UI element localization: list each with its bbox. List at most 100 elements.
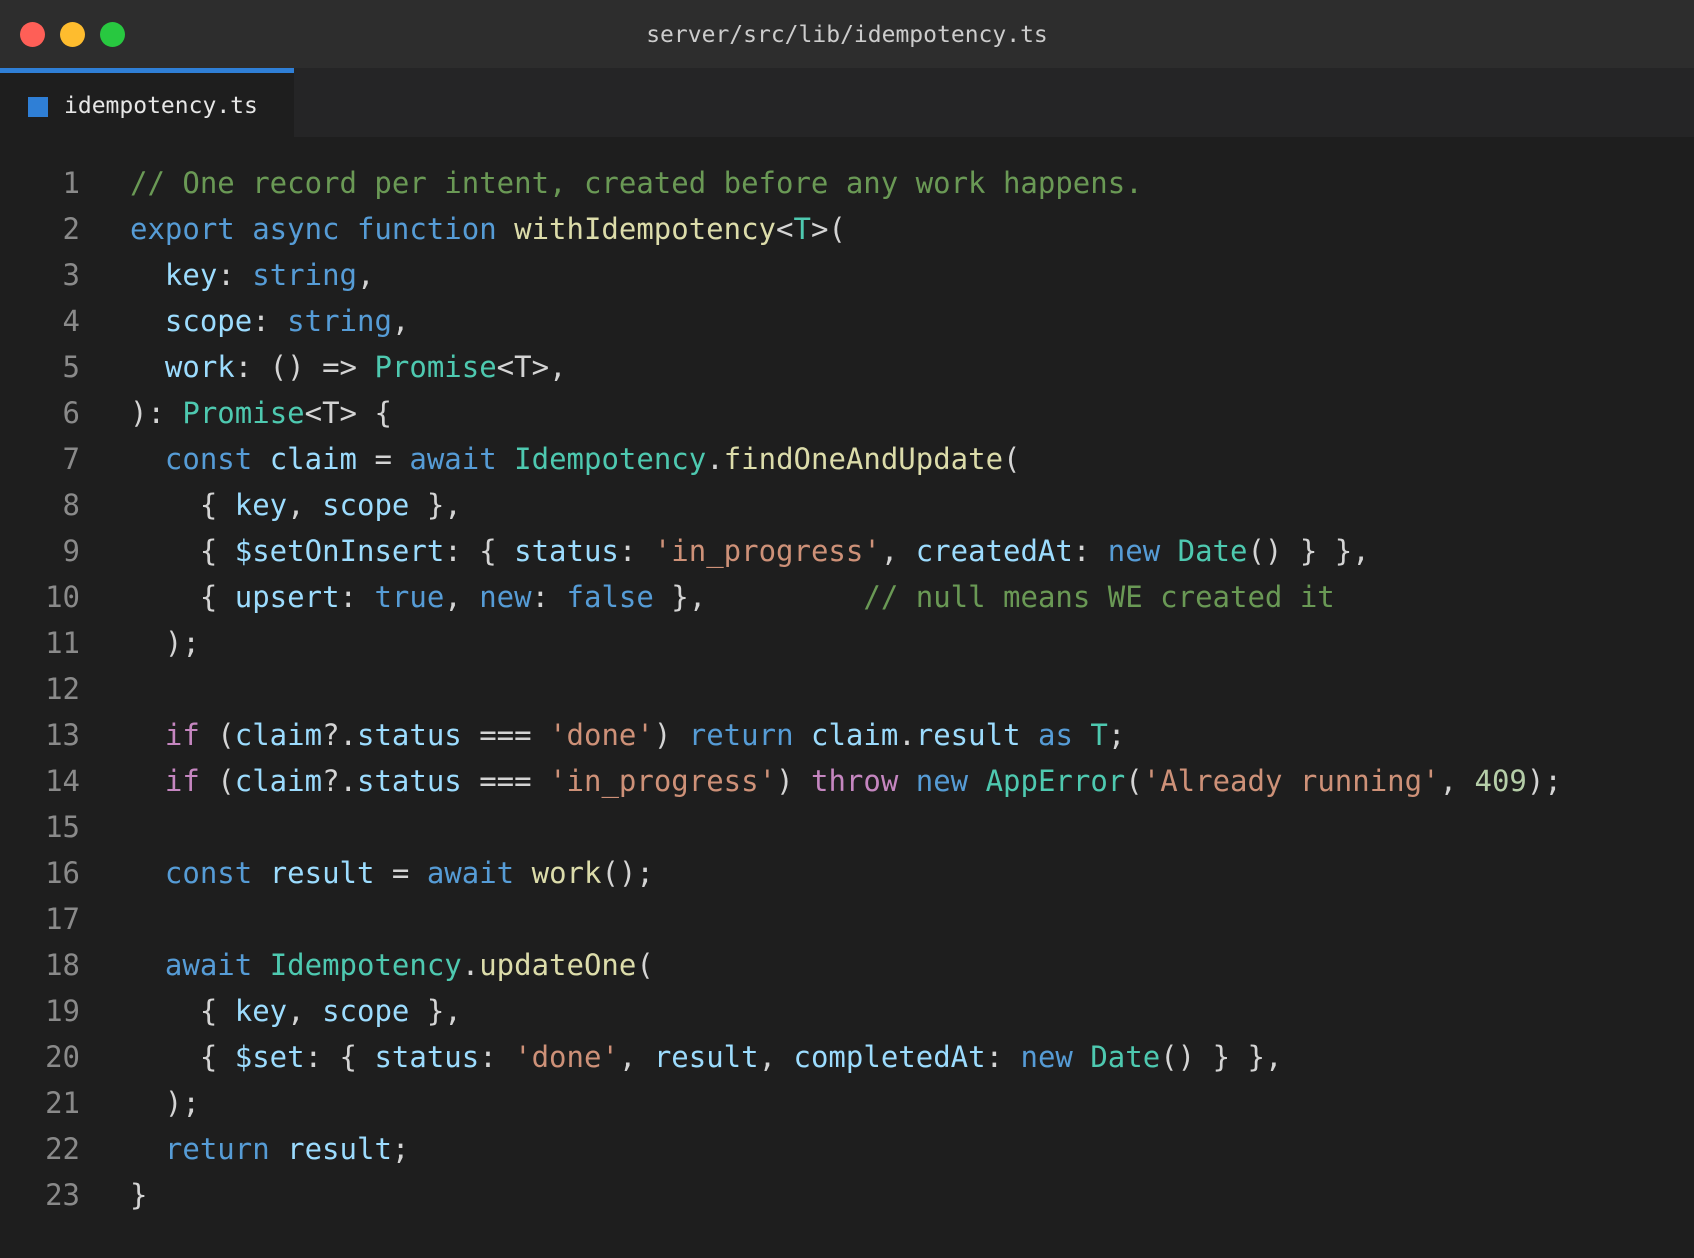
code-token: scope — [164, 304, 253, 338]
code-line[interactable]: 18 await Idempotency.updateOne( — [0, 942, 1694, 988]
code-line[interactable]: 15 — [0, 804, 1694, 850]
code-line[interactable]: 12 — [0, 666, 1694, 712]
code-token: ( — [636, 948, 654, 982]
code-line[interactable]: 8 { key, scope }, — [0, 482, 1694, 528]
code-token: : — [1072, 534, 1108, 568]
line-number: 9 — [62, 534, 80, 568]
code-line[interactable]: 19 { key, scope }, — [0, 988, 1694, 1034]
code-token: key — [234, 994, 288, 1028]
code-token: as — [1038, 718, 1091, 752]
code-token: . — [706, 442, 724, 476]
code-line[interactable]: 22 return result; — [0, 1126, 1694, 1172]
code-token: <T> { — [304, 396, 392, 430]
code-token: , — [444, 580, 480, 614]
code-token: Idempotency — [269, 948, 462, 982]
code-token: status — [357, 764, 462, 798]
code-token: >( — [810, 212, 846, 246]
code-line[interactable]: 7 const claim = await Idempotency.findOn… — [0, 436, 1694, 482]
code-text: { key, scope }, — [130, 482, 462, 528]
code-line[interactable]: 11 ); — [0, 620, 1694, 666]
code-token: ); — [130, 626, 200, 660]
line-number: 22 — [45, 1132, 80, 1166]
code-token: = — [357, 442, 410, 476]
line-number: 17 — [45, 902, 80, 936]
code-token: key — [234, 488, 288, 522]
code-line[interactable]: 6): Promise<T> { — [0, 390, 1694, 436]
line-number: 3 — [62, 258, 80, 292]
code-text: ): Promise<T> { — [130, 390, 392, 436]
code-token: Date — [1177, 534, 1248, 568]
code-token: === — [461, 718, 550, 752]
code-line[interactable]: 3 key: string, — [0, 252, 1694, 298]
code-text: const result = await work(); — [130, 850, 654, 896]
code-token: Idempotency — [514, 442, 707, 476]
tab-idempotency-ts[interactable]: idempotency.ts — [0, 68, 294, 137]
code-token: { — [130, 994, 235, 1028]
code-token: await — [426, 856, 532, 890]
code-text: { $setOnInsert: { status: 'in_progress',… — [130, 528, 1370, 574]
code-line[interactable]: 5 work: () => Promise<T>, — [0, 344, 1694, 390]
code-text: { $set: { status: 'done', result, comple… — [130, 1034, 1283, 1080]
code-line[interactable]: 21 ); — [0, 1080, 1694, 1126]
code-token: . — [461, 948, 480, 982]
code-line[interactable]: 17 — [0, 896, 1694, 942]
window-title: server/src/lib/idempotency.ts — [646, 22, 1048, 48]
code-text: ); — [130, 1080, 200, 1126]
code-token: if — [164, 764, 200, 798]
code-token: ?. — [322, 764, 357, 798]
code-line[interactable]: 10 { upsert: true, new: false }, // null… — [0, 574, 1694, 620]
line-number: 13 — [45, 718, 80, 752]
code-token: , — [391, 304, 410, 338]
code-token: ; — [391, 1132, 410, 1166]
code-token: await — [164, 948, 270, 982]
code-lines: 1 // One record per intent, created befor… — [0, 160, 1694, 1218]
code-token: }, — [409, 488, 462, 522]
code-token: 'done' — [514, 1040, 619, 1074]
code-line[interactable]: 1 // One record per intent, created befor… — [0, 160, 1694, 206]
code-token: result — [915, 718, 1021, 752]
code-text: await Idempotency.updateOne( — [130, 942, 654, 988]
line-number: 12 — [45, 672, 80, 706]
code-line[interactable]: 2 export async function withIdempotency<T… — [0, 206, 1694, 252]
code-token: } — [130, 1178, 148, 1212]
code-token: === — [461, 764, 550, 798]
code-line[interactable]: 23} — [0, 1172, 1694, 1218]
code-text: ); — [130, 620, 200, 666]
code-token: 'done' — [549, 718, 654, 752]
code-token: // One record per intent, created before… — [130, 166, 1143, 200]
code-token: createdAt — [915, 534, 1073, 568]
code-line[interactable]: 16 const result = await work(); — [0, 850, 1694, 896]
code-token: ( — [199, 764, 235, 798]
code-line[interactable]: 14 if (claim?.status === 'in_progress') … — [0, 758, 1694, 804]
code-token: 'Already running' — [1142, 764, 1440, 798]
code-text: key: string, — [130, 252, 375, 298]
code-token: 409 — [1474, 764, 1527, 798]
code-line[interactable]: 13 if (claim?.status === 'done') return … — [0, 712, 1694, 758]
code-token: $set — [234, 1040, 305, 1074]
code-token: = — [374, 856, 427, 890]
code-token: result — [287, 1132, 392, 1166]
code-token: , — [287, 994, 323, 1028]
code-token: $setOnInsert — [234, 534, 445, 568]
code-token: export async function — [130, 212, 515, 246]
code-token: await — [409, 442, 515, 476]
code-token: new — [1107, 534, 1178, 568]
code-token: claim — [810, 718, 899, 752]
code-editor[interactable]: 1 // One record per intent, created befor… — [0, 137, 1694, 1258]
code-line[interactable]: 9 { $setOnInsert: { status: 'in_progress… — [0, 528, 1694, 574]
code-line[interactable]: 20 { $set: { status: 'done', result, com… — [0, 1034, 1694, 1080]
code-token: , — [758, 1040, 794, 1074]
code-token: ( — [1125, 764, 1143, 798]
line-number: 19 — [45, 994, 80, 1028]
code-token: : — [985, 1040, 1021, 1074]
code-line[interactable]: 4 scope: string, — [0, 298, 1694, 344]
code-token: ; — [1107, 718, 1126, 752]
code-token: false — [566, 580, 654, 614]
